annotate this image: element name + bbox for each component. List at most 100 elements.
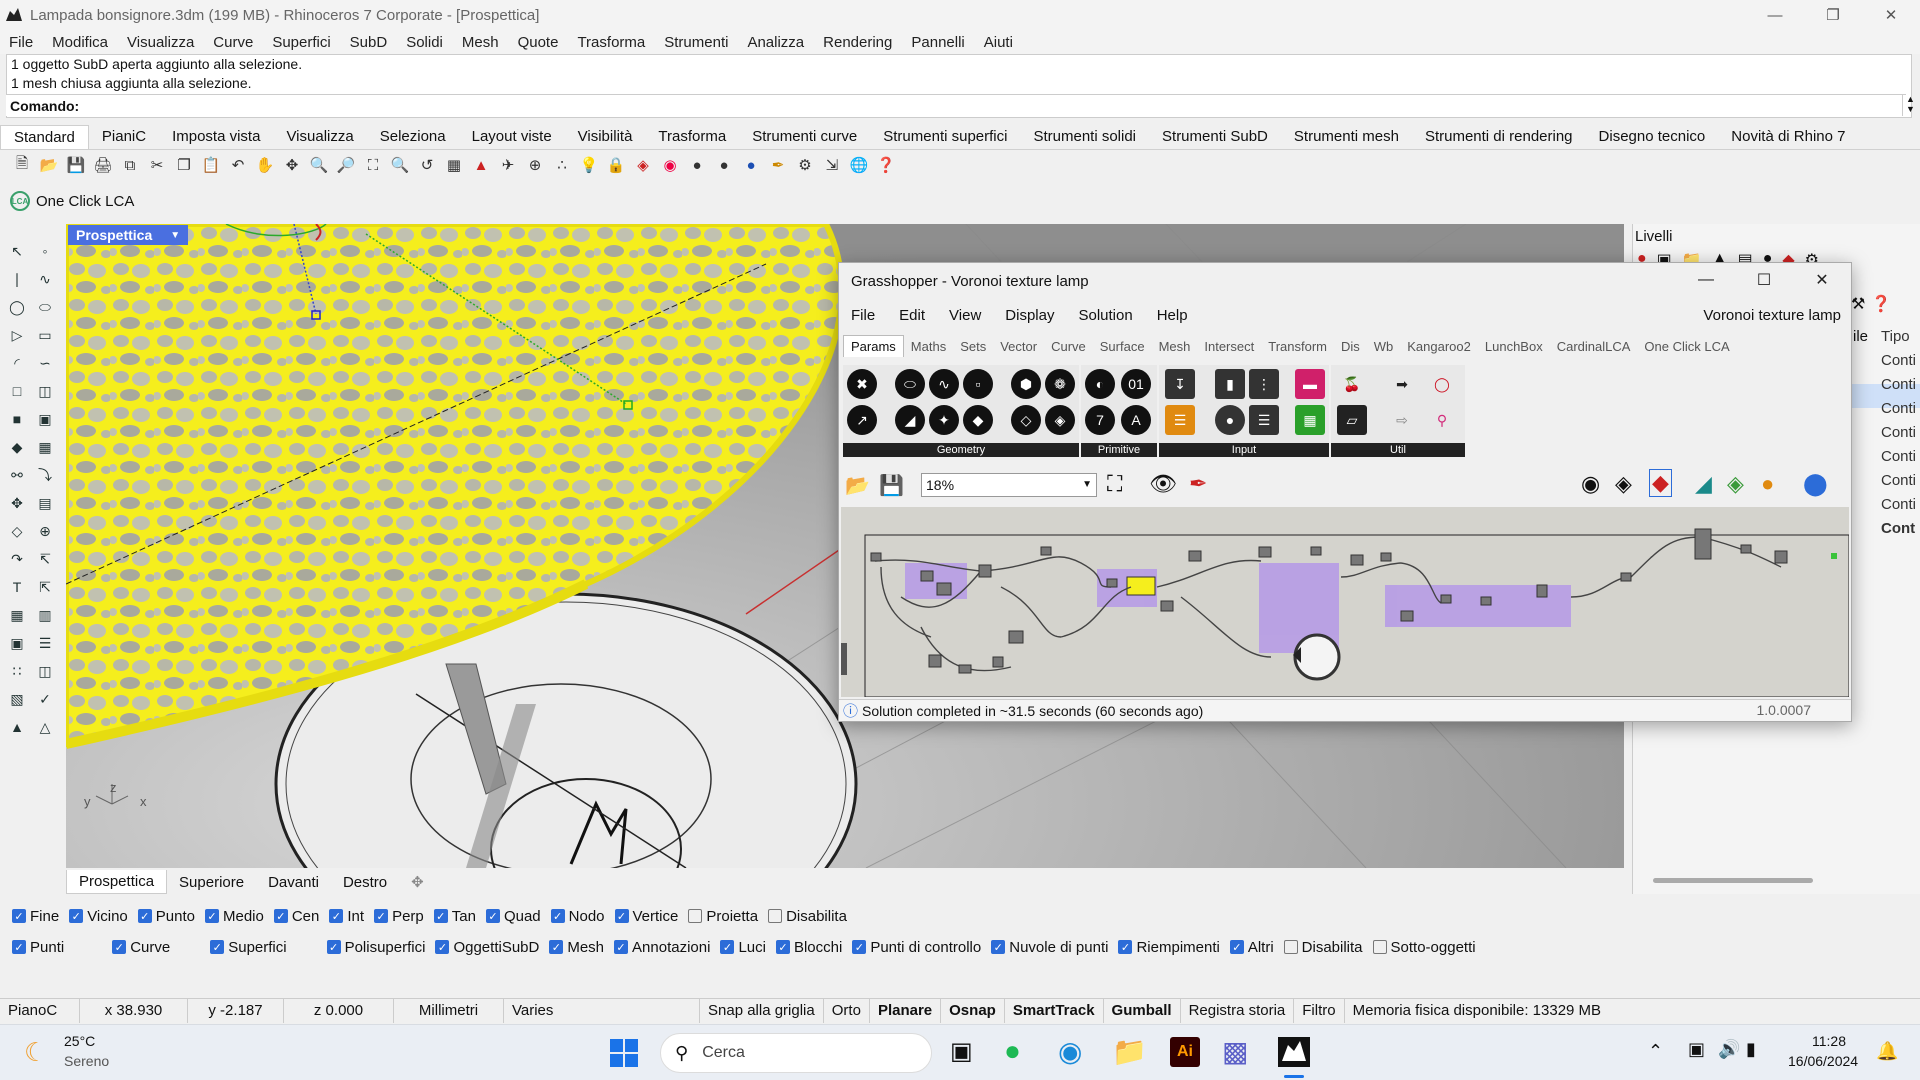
array-icon[interactable]: ▦ (6, 604, 28, 626)
checkbox-filters[interactable]: ✓ Curve (112, 939, 170, 956)
points-icon[interactable]: ∴ (550, 153, 574, 177)
gh-close-button[interactable]: ✕ (1793, 263, 1851, 297)
new-file-icon[interactable]: 🗎 (10, 153, 34, 177)
checkmark-icon[interactable]: ✓ (720, 940, 735, 954)
gh-color-icon[interactable]: ● (1761, 471, 1774, 497)
checkmark-icon[interactable]: ✓ (852, 940, 867, 954)
gh-param-icon[interactable]: A (1121, 405, 1151, 435)
ellipse-icon[interactable]: ⬭ (34, 296, 56, 318)
menu-item[interactable]: Visualizza (118, 34, 204, 51)
toolbar-tab[interactable]: Standard (0, 125, 89, 149)
network-icon[interactable]: ▣ (1688, 1039, 1705, 1060)
point-icon[interactable]: ◦ (34, 240, 56, 262)
lca-icon[interactable]: LCA (10, 191, 30, 211)
gh-tab[interactable]: Vector (993, 339, 1044, 354)
lock-icon[interactable]: 🔒 (604, 153, 628, 177)
status-toggle[interactable]: Orto (824, 998, 870, 1023)
group-icon[interactable]: ▥ (34, 604, 56, 626)
menu-item[interactable]: Analizza (738, 34, 814, 51)
layers-help-icon[interactable]: ❓ (1871, 294, 1891, 314)
status-toggle[interactable]: Gumball (1104, 998, 1181, 1023)
gh-canvas[interactable] (841, 507, 1849, 697)
checkmark-icon[interactable]: ✓ (374, 909, 389, 923)
gh-input-icon[interactable]: ▦ (1295, 405, 1325, 435)
arc-icon[interactable]: ◜ (6, 352, 28, 374)
gh-graph-icon[interactable]: ▱ (1337, 405, 1367, 435)
checkbox-filters[interactable]: ✓ Riempimenti (1118, 939, 1220, 956)
gh-arrow-outline-icon[interactable]: ⇨ (1387, 405, 1417, 435)
checkmark-icon[interactable]: ✓ (329, 909, 344, 923)
gh-menu-item[interactable]: Help (1157, 307, 1188, 324)
menu-item[interactable]: Modifica (43, 34, 118, 51)
minimize-button[interactable]: — (1746, 0, 1804, 30)
zoom-icon[interactable]: 🔍 (307, 153, 331, 177)
toolbar-tab[interactable]: Strumenti superfici (870, 125, 1020, 149)
spotify-icon[interactable]: ● (1004, 1035, 1021, 1067)
checkbox-filters[interactable]: ✓ Mesh (549, 939, 604, 956)
gh-zoom-extents-icon[interactable]: ⛶ (1107, 471, 1122, 497)
checkbox-osnap[interactable]: ✓ Vicino (69, 908, 128, 925)
gh-menu-item[interactable]: Display (1005, 307, 1054, 324)
command-prompt[interactable]: Comando: (6, 94, 1906, 116)
gh-input-icon[interactable]: ☰ (1249, 405, 1279, 435)
start-icon[interactable] (610, 1039, 638, 1067)
layers-column-tipo[interactable]: Tipo (1881, 328, 1910, 345)
zoom-selected-icon[interactable]: 🔍 (388, 153, 412, 177)
checkbox-filters[interactable]: ✓ Luci (720, 939, 766, 956)
toolbar-tab[interactable]: Strumenti di rendering (1412, 125, 1586, 149)
checkmark-icon[interactable]: ✓ (614, 909, 629, 923)
gh-document-name[interactable]: Voronoi texture lamp (1703, 307, 1841, 324)
plugin-label[interactable]: One Click LCA (36, 193, 134, 210)
checkbox-filters[interactable]: Disabilita (1283, 939, 1363, 956)
gh-input-icon[interactable]: ▬ (1295, 369, 1325, 399)
status-toggle[interactable]: SmartTrack (1005, 998, 1104, 1023)
export-icon[interactable]: ⧉ (118, 153, 142, 177)
checkbox-osnap[interactable]: ✓ Vertice (614, 908, 678, 925)
render-sphere-icon[interactable]: ● (712, 153, 736, 177)
box-icon[interactable]: ■ (6, 408, 28, 430)
battery-icon[interactable]: ▮ (1746, 1039, 1756, 1060)
checkbox-osnap[interactable]: Proietta (688, 908, 758, 925)
checkmark-icon[interactable]: ✓ (137, 909, 152, 923)
checkmark-icon[interactable]: ✓ (614, 940, 629, 954)
teams-icon[interactable]: ▩ (1222, 1035, 1248, 1068)
gh-flask-icon[interactable]: ⚲ (1427, 405, 1457, 435)
clock-time[interactable]: 11:28 (1812, 1033, 1846, 1049)
chevron-down-icon[interactable]: ▼ (170, 230, 180, 241)
gh-param-icon[interactable]: ⬢ (1011, 369, 1041, 399)
weather-moon-icon[interactable]: ☾ (24, 1037, 47, 1068)
gh-input-icon[interactable]: ☰ (1165, 405, 1195, 435)
layer-row-type[interactable]: Conti (1881, 400, 1916, 417)
gh-maximize-button[interactable]: ☐ (1735, 263, 1793, 297)
toolbar-tab[interactable]: Strumenti mesh (1281, 125, 1412, 149)
gh-tab[interactable]: Transform (1261, 339, 1334, 354)
checkbox-empty-icon[interactable] (768, 909, 783, 923)
layer-row-type[interactable]: Conti (1881, 424, 1916, 441)
toolbar-tab[interactable]: Seleziona (367, 125, 459, 149)
checkmark-icon[interactable]: ✓ (549, 940, 564, 954)
menu-item[interactable]: Pannelli (902, 34, 974, 51)
layer-row-type[interactable]: Conti (1881, 376, 1916, 393)
paint-bucket-icon[interactable]: △ (34, 716, 56, 738)
checkbox-osnap[interactable]: Disabilita (768, 908, 847, 925)
checkbox-filters[interactable]: ✓ OggettiSubD (435, 939, 539, 956)
gh-arrow-icon[interactable]: ➡ (1387, 369, 1417, 399)
command-scrollbar[interactable]: ▲ ▼ (1902, 94, 1918, 116)
select-icon[interactable]: ↖ (6, 240, 28, 262)
checkbox-filters[interactable]: ✓ Annotazioni (614, 939, 710, 956)
loft-icon[interactable]: ◫ (34, 380, 56, 402)
menu-item[interactable]: Solidi (397, 34, 453, 51)
checkmark-icon[interactable]: ✓ (991, 940, 1006, 954)
viewport-tab-destro[interactable]: Destro (331, 874, 399, 891)
checkmark-icon[interactable]: ✓ (433, 909, 448, 923)
gh-zoom-select[interactable]: 18% ▼ (921, 473, 1097, 497)
gh-menu-item[interactable]: Solution (1078, 307, 1132, 324)
gh-param-icon[interactable]: ◇ (1011, 405, 1041, 435)
pan-icon[interactable]: ✋ (253, 153, 277, 177)
checkbox-osnap[interactable]: ✓ Medio (204, 908, 264, 925)
menu-item[interactable]: Trasforma (568, 34, 655, 51)
gh-menu-item[interactable]: Edit (899, 307, 925, 324)
checkmark-icon[interactable]: ✓ (1229, 940, 1244, 954)
light-icon[interactable]: 💡 (577, 153, 601, 177)
gh-param-icon[interactable]: ∿ (929, 369, 959, 399)
